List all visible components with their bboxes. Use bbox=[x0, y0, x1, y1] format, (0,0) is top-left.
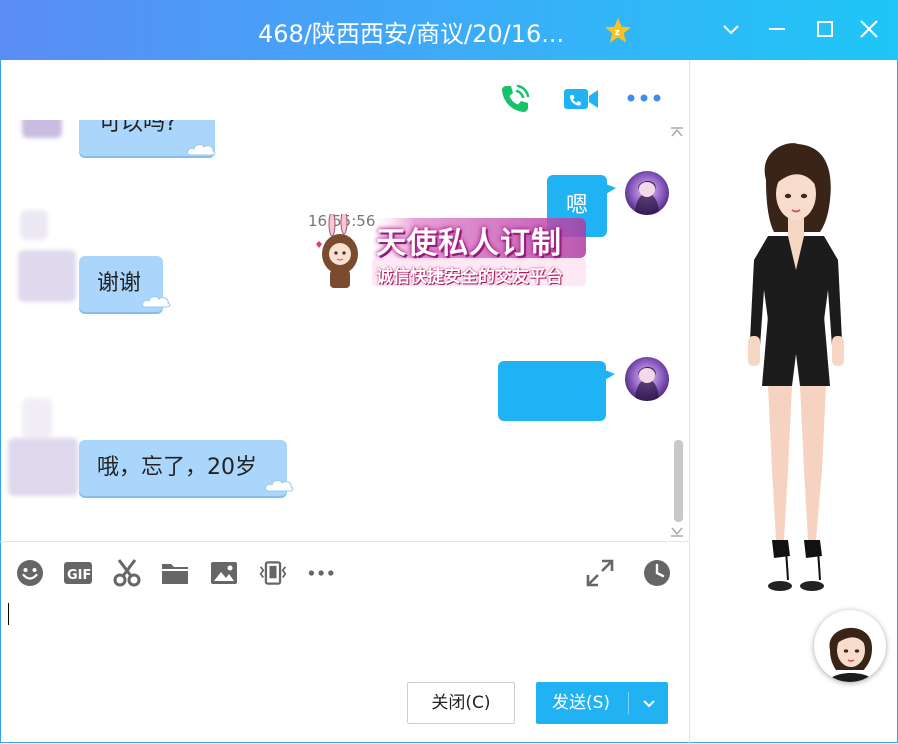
banner-title: 天使私人订制 bbox=[376, 226, 562, 261]
my-avatar[interactable] bbox=[625, 171, 669, 215]
send-button-separator bbox=[628, 692, 629, 714]
history-icon[interactable] bbox=[642, 558, 672, 588]
maximize-icon[interactable] bbox=[814, 18, 836, 40]
chevron-down-icon[interactable] bbox=[640, 694, 658, 712]
bubble-cloud-decoration bbox=[265, 480, 294, 492]
message-text: 哦，忘了，20岁 bbox=[97, 455, 257, 480]
chevron-down-icon[interactable] bbox=[720, 18, 742, 40]
svg-text:z: z bbox=[615, 28, 620, 38]
svg-text:GIF: GIF bbox=[67, 568, 91, 583]
emoji-icon[interactable] bbox=[15, 558, 45, 588]
blur-overlay bbox=[22, 398, 52, 438]
qzone-star-icon[interactable]: z bbox=[604, 17, 632, 45]
send-button[interactable]: 发送(S) bbox=[536, 682, 668, 724]
expand-icon[interactable] bbox=[585, 558, 615, 588]
window-title: 468/陕西西安/商议/20/16... bbox=[258, 20, 565, 48]
show-avatar-button[interactable] bbox=[814, 610, 886, 682]
scissors-icon[interactable] bbox=[112, 558, 142, 588]
video-icon[interactable] bbox=[562, 82, 600, 116]
bubble-cloud-decoration bbox=[142, 296, 171, 308]
scrollbar-thumb[interactable] bbox=[674, 440, 683, 522]
phone-icon[interactable] bbox=[498, 82, 532, 116]
composer-divider bbox=[0, 541, 689, 542]
close-icon[interactable] bbox=[858, 18, 880, 40]
gif-icon[interactable]: GIF bbox=[63, 558, 93, 588]
close-button[interactable]: 关闭(C) bbox=[407, 682, 515, 724]
folder-icon[interactable] bbox=[160, 558, 190, 588]
title-bar: 468/陕西西安/商议/20/16... z bbox=[0, 0, 898, 60]
message-list[interactable]: 可以吗? 嗯 谢谢 哦，忘了，20岁 bbox=[0, 120, 688, 540]
avatar-show-figure[interactable] bbox=[738, 140, 854, 600]
scroll-up-icon[interactable] bbox=[669, 126, 685, 138]
more-icon[interactable] bbox=[626, 88, 662, 108]
my-avatar[interactable] bbox=[625, 357, 669, 401]
banner-subtitle: 诚信快捷安全的交友平台 bbox=[376, 267, 563, 287]
image-icon[interactable] bbox=[209, 558, 239, 588]
bubble-tail bbox=[606, 184, 616, 194]
message-input[interactable] bbox=[8, 600, 678, 670]
blur-overlay bbox=[20, 210, 48, 240]
message-text: 可以吗? bbox=[99, 120, 177, 136]
profile-avatar-icon bbox=[828, 627, 874, 682]
scroll-down-icon[interactable] bbox=[669, 526, 685, 538]
text-caret bbox=[8, 603, 9, 625]
send-button-label: 发送(S) bbox=[552, 693, 611, 713]
message-bubble-outgoing bbox=[498, 361, 606, 421]
bubble-tail bbox=[605, 370, 615, 380]
contact-avatar[interactable] bbox=[22, 120, 62, 138]
message-bubble-incoming: 哦，忘了，20岁 bbox=[79, 440, 287, 496]
message-text: 谢谢 bbox=[97, 271, 142, 296]
minimize-icon[interactable] bbox=[766, 18, 788, 40]
contact-avatar[interactable] bbox=[18, 250, 76, 302]
shake-icon[interactable] bbox=[258, 558, 288, 588]
panel-divider bbox=[689, 60, 690, 744]
bubble-cloud-decoration bbox=[187, 144, 216, 156]
more-tools-icon[interactable] bbox=[307, 558, 337, 588]
contact-avatar[interactable] bbox=[8, 438, 78, 496]
